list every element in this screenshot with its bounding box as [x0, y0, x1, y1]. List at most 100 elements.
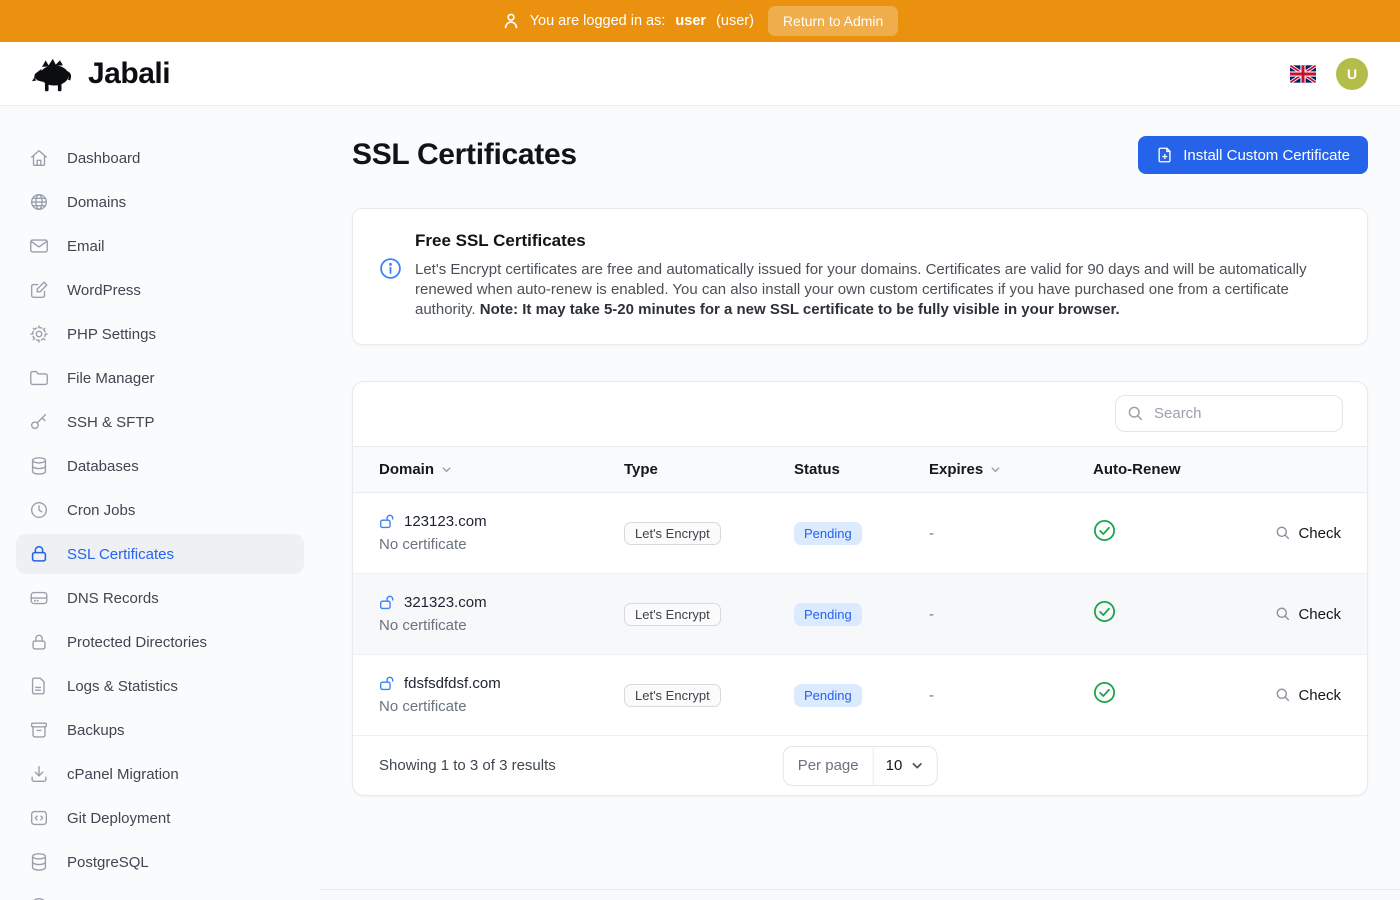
clock-icon	[28, 499, 50, 521]
sidebar-item-logs-statistics[interactable]: Logs & Statistics	[16, 666, 304, 706]
main-content: SSL Certificates Install Custom Certific…	[320, 106, 1400, 900]
file-plus-icon	[1156, 146, 1174, 164]
lock-open-icon	[379, 675, 396, 692]
per-page-select[interactable]: Per page 10	[783, 746, 938, 786]
sidebar-item-git-deployment[interactable]: Git Deployment	[16, 798, 304, 838]
sidebar-item-label: cPanel Migration	[67, 766, 179, 783]
search-box	[1115, 395, 1343, 432]
pencil-icon	[28, 279, 50, 301]
page-footer: Jabali Panel GitHub · © 2026 Jabali v0.9…	[320, 889, 1400, 900]
column-label: Type	[624, 461, 658, 478]
sidebar-item-label: Backups	[67, 722, 125, 739]
table-footer: Showing 1 to 3 of 3 results Per page 10	[353, 736, 1367, 795]
install-custom-certificate-button[interactable]: Install Custom Certificate	[1138, 136, 1368, 174]
certificate-status-text: No certificate	[379, 698, 624, 715]
column-header-type: Type	[624, 461, 794, 478]
user-avatar[interactable]: U	[1336, 58, 1368, 90]
check-certificate-button[interactable]: Check	[1275, 606, 1341, 623]
info-box-body: Let's Encrypt certificates are free and …	[415, 260, 1339, 320]
magnifier-icon	[1275, 606, 1291, 622]
sidebar-item-label: PostgreSQL	[67, 854, 149, 871]
domain-name[interactable]: 123123.com	[404, 513, 487, 530]
sidebar-item-databases[interactable]: Databases	[16, 446, 304, 486]
sidebar-item-clipped[interactable]	[16, 886, 304, 900]
brand-logo[interactable]: Jabali	[32, 55, 170, 93]
sidebar-item-ssl-certificates[interactable]: SSL Certificates	[16, 534, 304, 574]
info-box-title: Free SSL Certificates	[415, 231, 1339, 251]
check-label: Check	[1298, 687, 1341, 704]
language-flag-icon[interactable]	[1290, 65, 1316, 83]
sidebar-item-postgresql[interactable]: PostgreSQL	[16, 842, 304, 882]
user-icon	[502, 12, 520, 30]
chevron-down-icon	[909, 758, 924, 773]
magnifier-icon	[1275, 525, 1291, 541]
expires-value: -	[929, 606, 1093, 623]
type-badge: Let's Encrypt	[624, 684, 721, 707]
sidebar-item-wordpress[interactable]: WordPress	[16, 270, 304, 310]
sidebar-item-dashboard[interactable]: Dashboard	[16, 138, 304, 178]
sidebar-item-label: Cron Jobs	[67, 502, 135, 519]
check-certificate-button[interactable]: Check	[1275, 525, 1341, 542]
sidebar-item-backups[interactable]: Backups	[16, 710, 304, 750]
certificates-table-card: Domain Type Status Expires Auto-Renew	[352, 381, 1368, 796]
auto-renew-check-icon[interactable]	[1093, 519, 1116, 542]
sidebar-item-file-manager[interactable]: File Manager	[16, 358, 304, 398]
brand-name: Jabali	[88, 57, 170, 91]
table-header-row: Domain Type Status Expires Auto-Renew	[353, 446, 1367, 493]
file-text-icon	[28, 675, 50, 697]
sidebar-item-email[interactable]: Email	[16, 226, 304, 266]
key-icon	[28, 411, 50, 433]
sidebar-item-label: Email	[67, 238, 105, 255]
return-to-admin-button[interactable]: Return to Admin	[768, 6, 898, 36]
lock-outline-icon	[28, 631, 50, 653]
table-row: 123123.com No certificate Let's Encrypt …	[353, 493, 1367, 574]
impersonation-bar: You are logged in as: user (user) Return…	[0, 0, 1400, 42]
sidebar-item-label: File Manager	[67, 370, 155, 387]
main-layout: Dashboard Domains Email WordPress PHP Se…	[0, 106, 1400, 900]
check-label: Check	[1298, 525, 1341, 542]
sidebar-item-cpanel-migration[interactable]: cPanel Migration	[16, 754, 304, 794]
expires-value: -	[929, 525, 1093, 542]
lock-open-icon	[379, 513, 396, 530]
download-icon	[28, 763, 50, 785]
column-header-status: Status	[794, 461, 929, 478]
home-icon	[28, 147, 50, 169]
per-page-label: Per page	[784, 747, 874, 785]
certificate-status-text: No certificate	[379, 617, 624, 634]
free-ssl-info-box: Free SSL Certificates Let's Encrypt cert…	[352, 208, 1368, 345]
sidebar-item-label: SSH & SFTP	[67, 414, 155, 431]
domain-cell: fdsfsdfdsf.com No certificate	[379, 675, 624, 715]
install-button-label: Install Custom Certificate	[1183, 147, 1350, 164]
sidebar-item-label: Logs & Statistics	[67, 678, 178, 695]
check-label: Check	[1298, 606, 1341, 623]
column-label: Auto-Renew	[1093, 461, 1181, 478]
domain-name[interactable]: 321323.com	[404, 594, 487, 611]
sidebar-item-php-settings[interactable]: PHP Settings	[16, 314, 304, 354]
column-header-expires[interactable]: Expires	[929, 461, 1093, 478]
logged-in-username: user	[675, 13, 706, 29]
sidebar-item-ssh-sftp[interactable]: SSH & SFTP	[16, 402, 304, 442]
domain-name[interactable]: fdsfsdfdsf.com	[404, 675, 501, 692]
boar-logo-icon	[32, 55, 78, 93]
sidebar-item-label: Protected Directories	[67, 634, 207, 651]
sidebar-item-cron-jobs[interactable]: Cron Jobs	[16, 490, 304, 530]
logged-in-as: You are logged in as: user (user)	[502, 12, 754, 30]
check-certificate-button[interactable]: Check	[1275, 687, 1341, 704]
sort-chevron-icon	[440, 463, 453, 476]
sidebar-item-protected-directories[interactable]: Protected Directories	[16, 622, 304, 662]
search-input[interactable]	[1115, 395, 1343, 432]
sidebar-item-label: SSL Certificates	[67, 546, 174, 563]
domain-cell: 123123.com No certificate	[379, 513, 624, 553]
auto-renew-check-icon[interactable]	[1093, 681, 1116, 704]
logged-in-role: (user)	[716, 13, 754, 29]
per-page-value: 10	[886, 757, 903, 774]
auto-renew-check-icon[interactable]	[1093, 600, 1116, 623]
search-icon	[1127, 405, 1144, 422]
sidebar-item-domains[interactable]: Domains	[16, 182, 304, 222]
info-icon	[379, 257, 402, 280]
column-label: Expires	[929, 461, 983, 478]
certificate-status-text: No certificate	[379, 536, 624, 553]
sidebar-item-dns-records[interactable]: DNS Records	[16, 578, 304, 618]
status-badge: Pending	[794, 684, 862, 707]
column-header-domain[interactable]: Domain	[379, 461, 624, 478]
